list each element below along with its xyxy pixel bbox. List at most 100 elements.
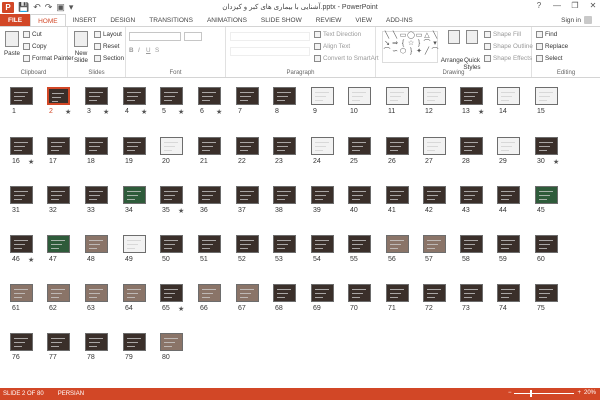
shadow-button[interactable]: S	[155, 47, 159, 54]
slide-thumbnail[interactable]	[123, 87, 146, 105]
slide-thumbnail[interactable]	[311, 137, 334, 155]
zoom-level[interactable]: 20%	[584, 390, 596, 396]
slide-thumbnail[interactable]	[423, 137, 446, 155]
tab-insert[interactable]: INSERT	[66, 14, 104, 26]
slide-thumbnail[interactable]	[123, 186, 146, 204]
slide-thumbnail[interactable]	[160, 137, 183, 155]
slide-thumbnail[interactable]	[160, 186, 183, 204]
zoom-slider-thumb[interactable]	[530, 389, 533, 397]
slide-thumbnail[interactable]	[535, 137, 558, 155]
slide-thumbnail[interactable]	[47, 87, 70, 105]
shape-fill-button[interactable]: Shape Fill	[484, 31, 521, 38]
slide-thumbnail[interactable]	[236, 284, 259, 302]
rectangle-shape-icon[interactable]: ▭	[415, 32, 423, 40]
transition-star-icon[interactable]: ★	[178, 305, 184, 313]
tab-animations[interactable]: ANIMATIONS	[200, 14, 254, 26]
slide-thumbnail[interactable]	[123, 137, 146, 155]
slide-thumbnail[interactable]	[10, 235, 33, 253]
slide-thumbnail[interactable]	[47, 235, 70, 253]
paragraph-list-controls[interactable]	[230, 32, 310, 41]
slide-thumbnail[interactable]	[85, 186, 108, 204]
line-shape-icon[interactable]: ╲	[431, 32, 439, 40]
shape-effects-button[interactable]: Shape Effects	[484, 55, 532, 62]
slide-thumbnail[interactable]	[160, 333, 183, 351]
slide-thumbnail[interactable]	[273, 235, 296, 253]
quick-styles-button[interactable]: Quick Styles	[462, 57, 482, 71]
slide-thumbnail[interactable]	[236, 235, 259, 253]
slide-thumbnail[interactable]	[423, 186, 446, 204]
slide-thumbnail[interactable]	[10, 87, 33, 105]
tab-review[interactable]: REVIEW	[309, 14, 349, 26]
sign-in-label[interactable]: Sign in	[561, 17, 581, 24]
slide-thumbnail[interactable]	[236, 186, 259, 204]
slide-thumbnail[interactable]	[535, 87, 558, 105]
layout-button[interactable]: Layout	[94, 31, 122, 38]
slide-thumbnail[interactable]	[160, 87, 183, 105]
redo-icon[interactable]: ↷	[45, 2, 53, 13]
slide-thumbnail[interactable]	[497, 87, 520, 105]
slide-thumbnail[interactable]	[535, 186, 558, 204]
slide-thumbnail[interactable]	[497, 284, 520, 302]
slide-thumbnail[interactable]	[10, 284, 33, 302]
slide-thumbnail[interactable]	[348, 235, 371, 253]
sign-in[interactable]: Sign in	[561, 16, 592, 24]
restore-button[interactable]: ❐	[570, 1, 580, 10]
cut-button[interactable]: Cut	[23, 31, 42, 38]
arc-shape-icon[interactable]: ⌒	[423, 40, 431, 48]
slide-thumbnail[interactable]	[386, 87, 409, 105]
slide-thumbnail[interactable]	[123, 284, 146, 302]
slide-thumbnail[interactable]	[311, 235, 334, 253]
tab-view[interactable]: VIEW	[348, 14, 379, 26]
text-direction-button[interactable]: Text Direction	[314, 31, 361, 38]
slide-thumbnail[interactable]	[460, 284, 483, 302]
slide-thumbnail[interactable]	[47, 333, 70, 351]
transition-star-icon[interactable]: ★	[216, 108, 222, 116]
arrange-button[interactable]: Arrange	[441, 57, 463, 64]
customize-qat-icon[interactable]: ▾	[69, 2, 74, 13]
triangle-shape-icon[interactable]: △	[423, 32, 431, 40]
slide-thumbnail[interactable]	[47, 284, 70, 302]
line-shape-icon[interactable]: ╱	[423, 48, 431, 56]
arc-shape-icon[interactable]: ⌒	[431, 48, 439, 56]
slide-thumbnail[interactable]	[497, 186, 520, 204]
slide-thumbnail[interactable]	[497, 235, 520, 253]
tab-add-ins[interactable]: ADD-INS	[379, 14, 420, 26]
shape-outline-button[interactable]: Shape Outline	[484, 43, 533, 50]
tab-transitions[interactable]: TRANSITIONS	[142, 14, 200, 26]
slide-thumbnail[interactable]	[386, 284, 409, 302]
tab-slide-show[interactable]: SLIDE SHOW	[254, 14, 309, 26]
zoom-slider[interactable]	[514, 389, 575, 397]
slide-thumbnail[interactable]	[311, 186, 334, 204]
italic-button[interactable]: I	[138, 47, 140, 54]
curve-shape-icon[interactable]: ∽	[391, 48, 399, 56]
slide-thumbnail[interactable]	[85, 235, 108, 253]
slide-thumbnail[interactable]	[10, 137, 33, 155]
curly-brace-shape-icon[interactable]: {	[399, 40, 407, 48]
star-shape-icon[interactable]: ☆	[407, 40, 415, 48]
paste-button[interactable]: Paste	[3, 31, 21, 57]
slide-thumbnail[interactable]	[198, 284, 221, 302]
slide-thumbnail[interactable]	[85, 137, 108, 155]
slide-thumbnail[interactable]	[273, 186, 296, 204]
close-button[interactable]: ✕	[588, 1, 598, 10]
zoom-in-button[interactable]: +	[577, 390, 581, 396]
star-shape-icon[interactable]: ✦	[415, 48, 423, 56]
slide-thumbnail[interactable]	[236, 137, 259, 155]
slide-thumbnail[interactable]	[273, 87, 296, 105]
brace-shape-icon[interactable]: }	[407, 48, 415, 56]
transition-star-icon[interactable]: ★	[178, 108, 184, 116]
slide-thumbnail[interactable]	[273, 137, 296, 155]
paragraph-align-controls[interactable]	[230, 47, 310, 56]
brace-shape-icon[interactable]: }	[415, 40, 423, 48]
transition-star-icon[interactable]: ★	[65, 108, 71, 116]
slide-thumbnail[interactable]	[198, 186, 221, 204]
slide-thumbnail[interactable]	[160, 284, 183, 302]
section-button[interactable]: Section	[94, 55, 124, 62]
slide-thumbnail[interactable]	[47, 137, 70, 155]
slide-thumbnail[interactable]	[497, 137, 520, 155]
underline-button[interactable]: U	[146, 47, 151, 54]
slide-thumbnail[interactable]	[386, 137, 409, 155]
slide-thumbnail[interactable]	[198, 137, 221, 155]
slide-thumbnail[interactable]	[348, 87, 371, 105]
convert-smartart-button[interactable]: Convert to SmartArt	[314, 55, 379, 62]
